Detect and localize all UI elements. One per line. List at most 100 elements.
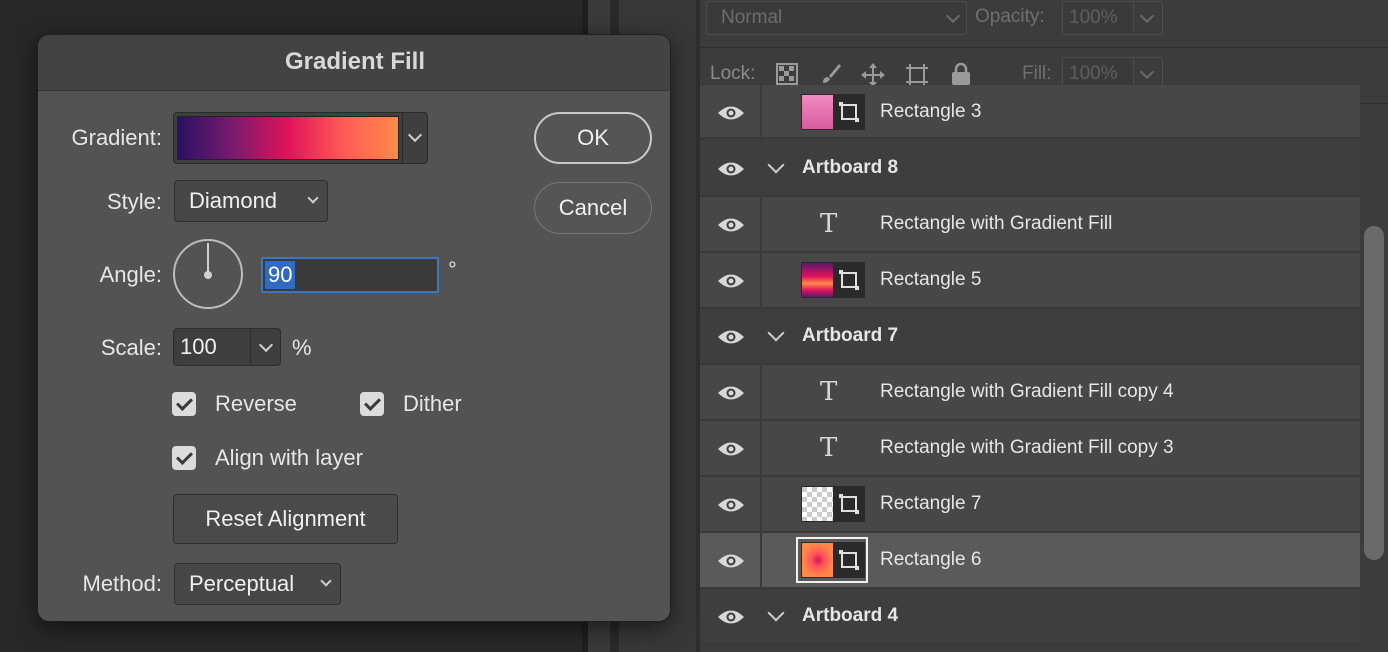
chevron-down-icon [945,8,961,24]
layer-row[interactable]: Rectangle 6 [700,533,1360,589]
eye-icon[interactable] [716,496,746,514]
eye-icon[interactable] [716,272,746,290]
layers-topbar: Normal Opacity: 100% [700,0,1388,48]
mask-shape [839,494,859,514]
eye-icon[interactable] [716,160,746,178]
vector-mask-icon[interactable] [833,262,865,298]
eye-icon[interactable] [716,608,746,626]
percent-symbol: % [292,335,312,360]
scale-input[interactable]: 100 [173,328,281,366]
eye-icon[interactable] [716,384,746,402]
method-value: Perceptual [189,571,295,596]
layers-scrollbar[interactable] [1364,226,1384,560]
align-with-layer-label[interactable]: Align with layer [215,445,363,471]
cancel-button[interactable]: Cancel [534,182,652,234]
layer-group-row[interactable]: Artboard 7 [700,309,1360,365]
angle-value: 90 [265,261,296,289]
opacity-value: 100% [1069,7,1118,28]
style-label: Style: [106,189,162,214]
layer-name[interactable]: Artboard 4 [802,589,898,643]
vector-mask-icon[interactable] [833,486,865,522]
row-divider [760,365,762,421]
eye-icon[interactable] [716,216,746,234]
eye-icon[interactable] [716,440,746,458]
dialog-title: Gradient Fill [38,35,670,91]
angle-input[interactable]: 90 [261,257,439,293]
scale-label: Scale: [100,335,162,360]
layer-row[interactable]: Rectangle 7 [700,477,1360,533]
layer-name[interactable]: Artboard 7 [802,309,898,363]
gradient-preview[interactable] [177,116,399,160]
layers-panel: Normal Opacity: 100% Lock: Fill: 100% Re… [700,0,1388,652]
scale-value: 100 [180,334,217,359]
chevron-down-icon [320,575,332,587]
layer-name[interactable]: Rectangle with Gradient Fill [880,197,1112,251]
fill-label: Fill: [1022,63,1052,84]
layer-group-row[interactable]: Artboard 8 [700,141,1360,197]
layer-row[interactable]: Rectangle 3 [700,85,1360,141]
layer-name[interactable]: Rectangle with Gradient Fill copy 3 [880,421,1174,475]
method-label: Method: [82,571,163,596]
layer-group-row[interactable]: Artboard 4 [700,589,1360,645]
layer-row[interactable]: T Rectangle with Gradient Fill copy 4 [700,365,1360,421]
chevron-down-icon[interactable] [250,329,280,365]
chevron-down-icon[interactable] [402,113,428,163]
layer-name[interactable]: Rectangle 6 [880,533,981,587]
text-layer-icon: T [820,209,838,239]
layer-name[interactable]: Rectangle 7 [880,477,981,531]
chevron-down-icon[interactable] [767,324,785,342]
text-layer-icon: T [820,433,838,463]
text-layer-icon: T [820,377,838,407]
row-divider [760,533,762,589]
layer-thumbnail[interactable] [801,94,835,130]
layer-row[interactable]: Rectangle 5 [700,253,1360,309]
chevron-down-icon[interactable] [767,604,785,622]
opacity-label: Opacity: [975,6,1045,27]
style-select[interactable]: Diamond [174,180,328,222]
ok-button[interactable]: OK [534,112,652,164]
eye-icon[interactable] [716,552,746,570]
row-divider [760,421,762,477]
layer-thumbnail[interactable] [801,486,835,522]
reset-alignment-button[interactable]: Reset Alignment [173,494,398,544]
vector-mask-icon[interactable] [833,542,865,578]
style-value: Diamond [189,188,278,213]
gradient-picker[interactable] [173,112,428,164]
vector-mask-icon[interactable] [833,94,865,130]
method-select[interactable]: Perceptual [174,563,341,605]
layer-thumbnail[interactable] [801,542,835,578]
chevron-down-icon [307,192,319,204]
align-with-layer-checkbox[interactable] [172,446,196,470]
mask-shape [839,102,859,122]
reverse-checkbox[interactable] [172,392,196,416]
layer-row[interactable]: T Rectangle with Gradient Fill [700,197,1360,253]
row-divider [760,85,762,141]
eye-icon[interactable] [716,328,746,346]
dither-checkbox[interactable] [360,392,384,416]
opacity-input[interactable]: 100% [1062,1,1163,35]
layer-thumbnail[interactable] [801,262,835,298]
layer-name[interactable]: Rectangle 5 [880,253,981,307]
row-divider [760,253,762,309]
row-divider [760,197,762,253]
lock-label: Lock: [710,63,756,84]
row-divider [760,477,762,533]
mask-shape [839,270,859,290]
chevron-down-icon[interactable] [767,156,785,174]
gradient-label: Gradient: [71,125,163,150]
gradient-fill-dialog: Gradient Fill Gradient: Style: Diamond A… [37,34,671,622]
angle-dial[interactable] [173,239,243,309]
layer-name[interactable]: Artboard 8 [802,141,898,195]
fill-value: 100% [1069,63,1118,84]
layer-row[interactable]: T Rectangle with Gradient Fill copy 3 [700,421,1360,477]
blend-mode-select[interactable]: Normal [706,1,967,35]
angle-label: Angle: [99,262,162,287]
mask-shape [839,550,859,570]
layer-name[interactable]: Rectangle 3 [880,85,981,139]
layer-name[interactable]: Rectangle with Gradient Fill copy 4 [880,365,1174,419]
chevron-down-icon[interactable] [1133,1,1163,35]
dither-label[interactable]: Dither [403,391,462,417]
eye-icon[interactable] [716,104,746,122]
reverse-label[interactable]: Reverse [215,391,297,417]
degree-symbol: ° [448,257,457,282]
